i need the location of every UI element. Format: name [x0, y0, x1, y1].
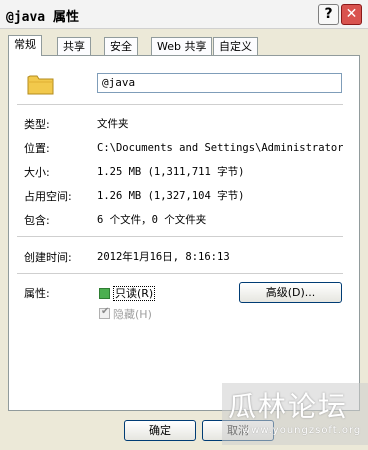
- divider: [17, 273, 343, 274]
- tab-custom[interactable]: 自定义: [213, 37, 258, 55]
- size-label: 大小:: [24, 166, 50, 179]
- close-button[interactable]: ✕: [341, 4, 362, 25]
- created-value: 2012年1月16日, 8:16:13: [97, 251, 230, 263]
- readonly-checkbox[interactable]: [99, 288, 110, 299]
- type-label: 类型:: [24, 118, 50, 131]
- tab-security[interactable]: 安全: [104, 37, 138, 55]
- readonly-label-text: 只读(R): [113, 286, 156, 301]
- attributes-label: 属性:: [24, 287, 50, 300]
- window-title: @java 属性: [6, 10, 79, 25]
- divider: [17, 236, 343, 237]
- folder-name-field[interactable]: @java: [97, 73, 342, 93]
- watermark: 瓜林论坛 www.youngzsoft.org: [222, 383, 368, 445]
- general-panel: @java 类型: 文件夹 位置: C:\Documents and Setti…: [8, 55, 360, 411]
- checkmark-icon: ✔: [101, 306, 110, 317]
- created-label: 创建时间:: [24, 251, 72, 264]
- advanced-button[interactable]: 高级(D)...: [239, 282, 342, 303]
- size-on-disk-value: 1.26 MB (1,327,104 字节): [97, 190, 245, 202]
- hidden-label: 隐藏(H): [113, 308, 152, 321]
- folder-icon: [27, 75, 54, 95]
- contains-value: 6 个文件，0 个文件夹: [97, 214, 207, 226]
- contains-label: 包含:: [24, 214, 50, 227]
- readonly-label[interactable]: 只读(R): [113, 285, 156, 301]
- tab-web-sharing[interactable]: Web 共享: [151, 37, 213, 55]
- ok-button[interactable]: 确定: [124, 420, 196, 441]
- size-value: 1.25 MB (1,311,711 字节): [97, 166, 245, 178]
- watermark-text: 瓜林论坛: [228, 390, 349, 423]
- tab-sharing[interactable]: 共享: [57, 37, 91, 55]
- type-value: 文件夹: [97, 118, 129, 130]
- watermark-url: www.youngzsoft.org: [242, 425, 362, 436]
- divider: [17, 104, 343, 105]
- help-button[interactable]: ?: [318, 4, 339, 25]
- size-on-disk-label: 占用空间:: [24, 190, 72, 203]
- location-value: C:\Documents and Settings\Administrator\…: [97, 142, 343, 154]
- tab-general[interactable]: 常规: [8, 35, 42, 56]
- hidden-checkbox[interactable]: ✔: [99, 306, 110, 319]
- title-bar: @java 属性 ? ✕: [0, 0, 368, 29]
- location-label: 位置:: [24, 142, 50, 155]
